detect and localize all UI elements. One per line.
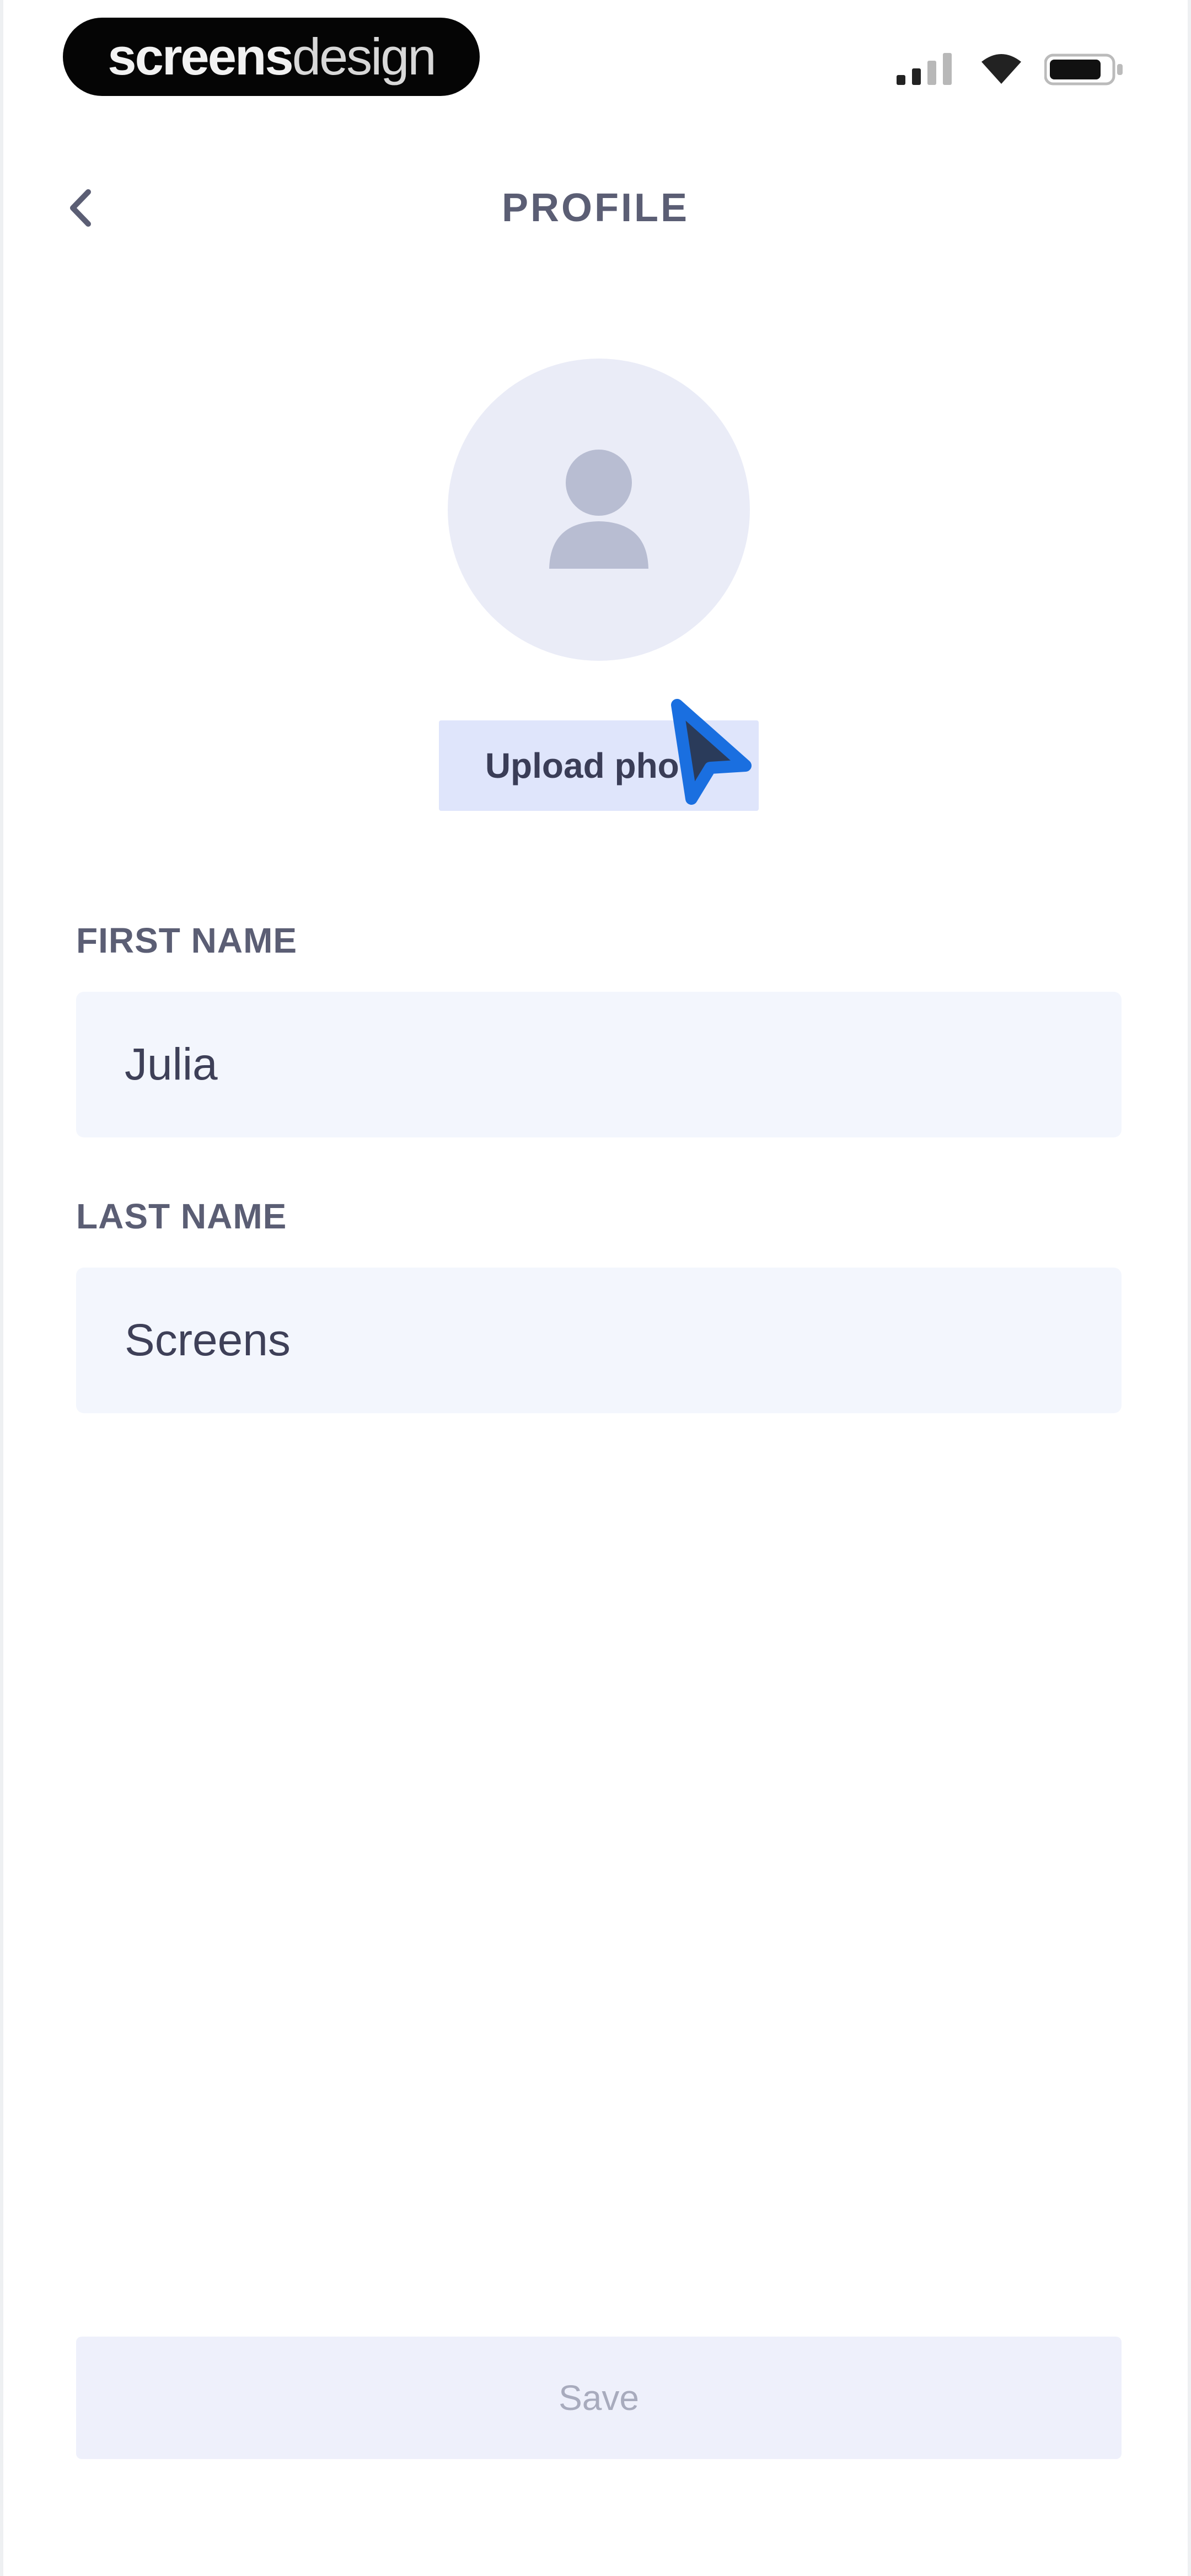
brand-logo-part2: design — [292, 28, 437, 85]
brand-logo-part1: screens — [108, 28, 293, 85]
last-name-label: LAST NAME — [76, 1196, 287, 1236]
pointer-cursor-icon — [671, 699, 752, 805]
first-name-input[interactable] — [76, 992, 1122, 1137]
last-name-input[interactable] — [76, 1268, 1122, 1413]
person-icon — [549, 450, 648, 569]
first-name-label: FIRST NAME — [76, 921, 298, 960]
brand-logo-pill: screensdesign — [63, 18, 480, 96]
wifi-icon — [981, 54, 1021, 84]
status-icons — [897, 49, 1128, 93]
avatar[interactable] — [448, 359, 750, 661]
brand-logo: screensdesign — [108, 28, 437, 85]
save-button[interactable]: Save — [76, 2337, 1122, 2459]
battery-icon — [1044, 54, 1123, 85]
page-title: PROFILE — [501, 186, 689, 230]
signal-icon — [897, 53, 952, 85]
profile-screen: screensdesign PROFILE Upload photo FIRST… — [3, 0, 1188, 2576]
